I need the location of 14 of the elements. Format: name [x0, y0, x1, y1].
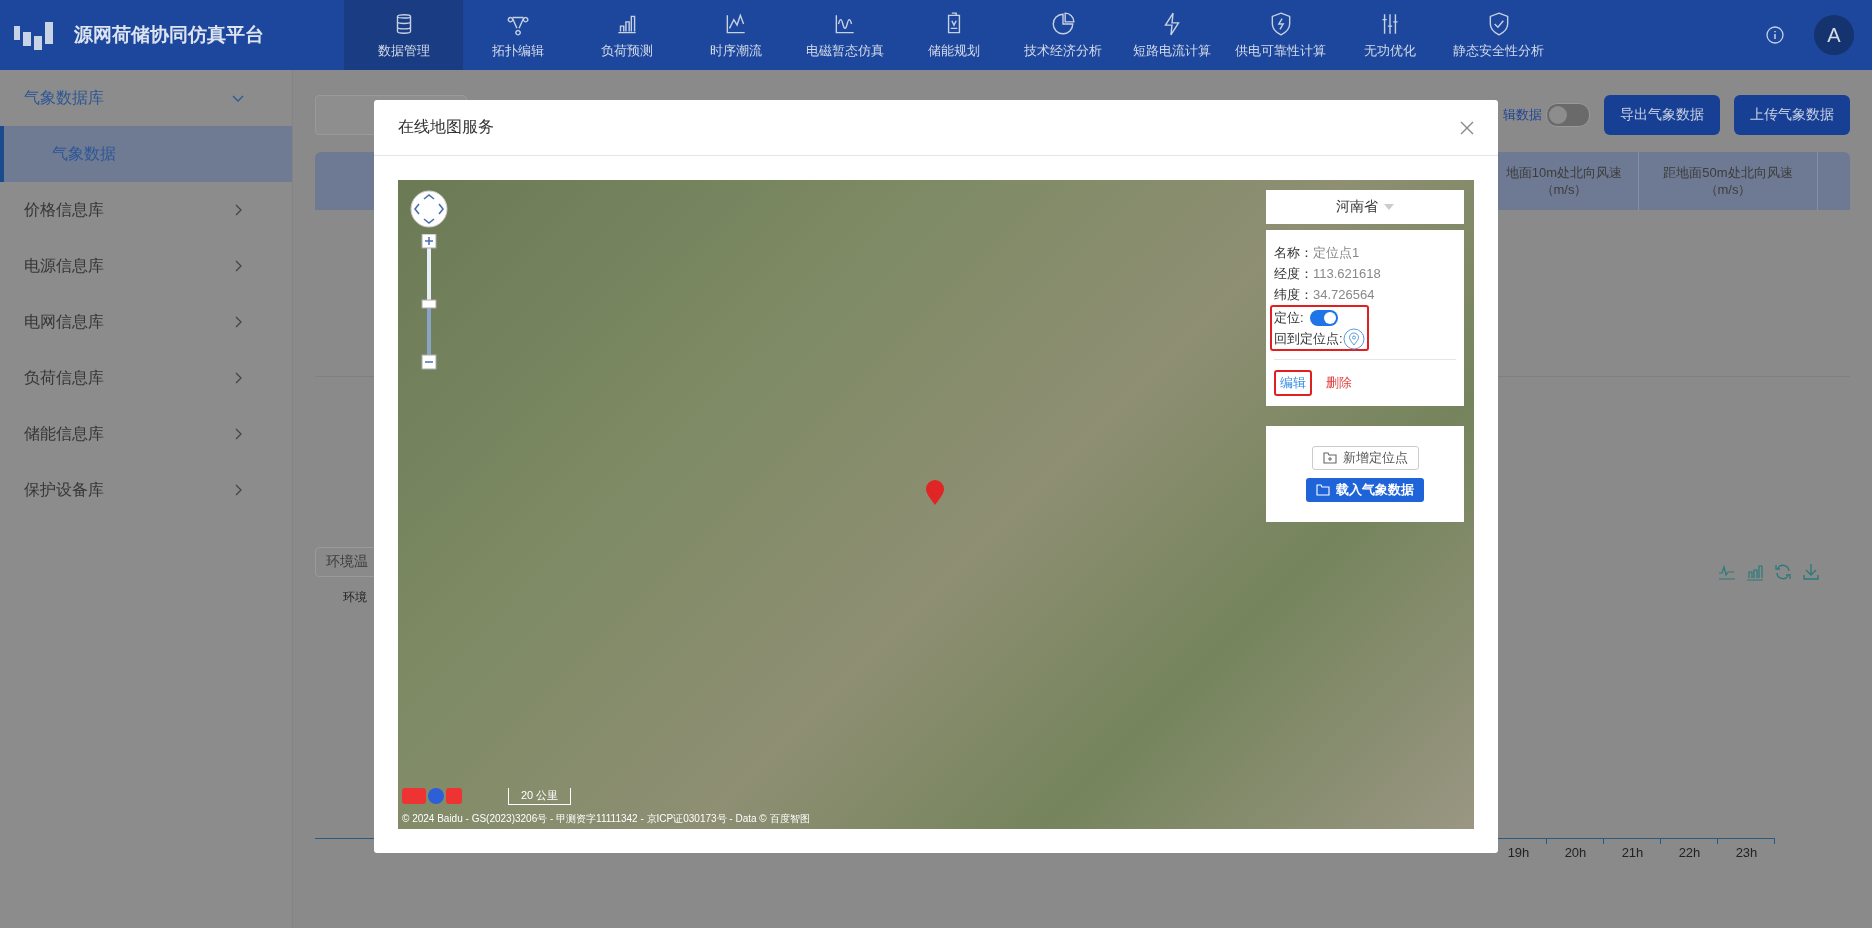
field-label: 纬度：: [1274, 285, 1313, 304]
field-value: 定位点1: [1313, 243, 1360, 262]
dialog-title: 在线地图服务: [398, 117, 494, 137]
map-scale: 20 公里: [508, 788, 572, 805]
field-label: 回到定位点:: [1274, 329, 1343, 348]
field-label: 定位:: [1274, 308, 1304, 327]
edit-toggle-label: 辑数据: [1503, 106, 1542, 124]
field-value: 113.621618: [1313, 266, 1381, 281]
column-header: 距地面50m处北向风速 （m/s）: [1638, 152, 1817, 210]
field-value: 34.726564: [1313, 287, 1375, 302]
map-copyright: © 2024 Baidu - GS(2023)3206号 - 甲测资字11111342 - 京ICP证030173号 - Data © 百度智图: [402, 812, 810, 826]
field-label: 经度：: [1274, 264, 1313, 283]
app-title: 源网荷储协同仿真平台: [74, 23, 264, 47]
field-label: 名称：: [1274, 243, 1313, 262]
